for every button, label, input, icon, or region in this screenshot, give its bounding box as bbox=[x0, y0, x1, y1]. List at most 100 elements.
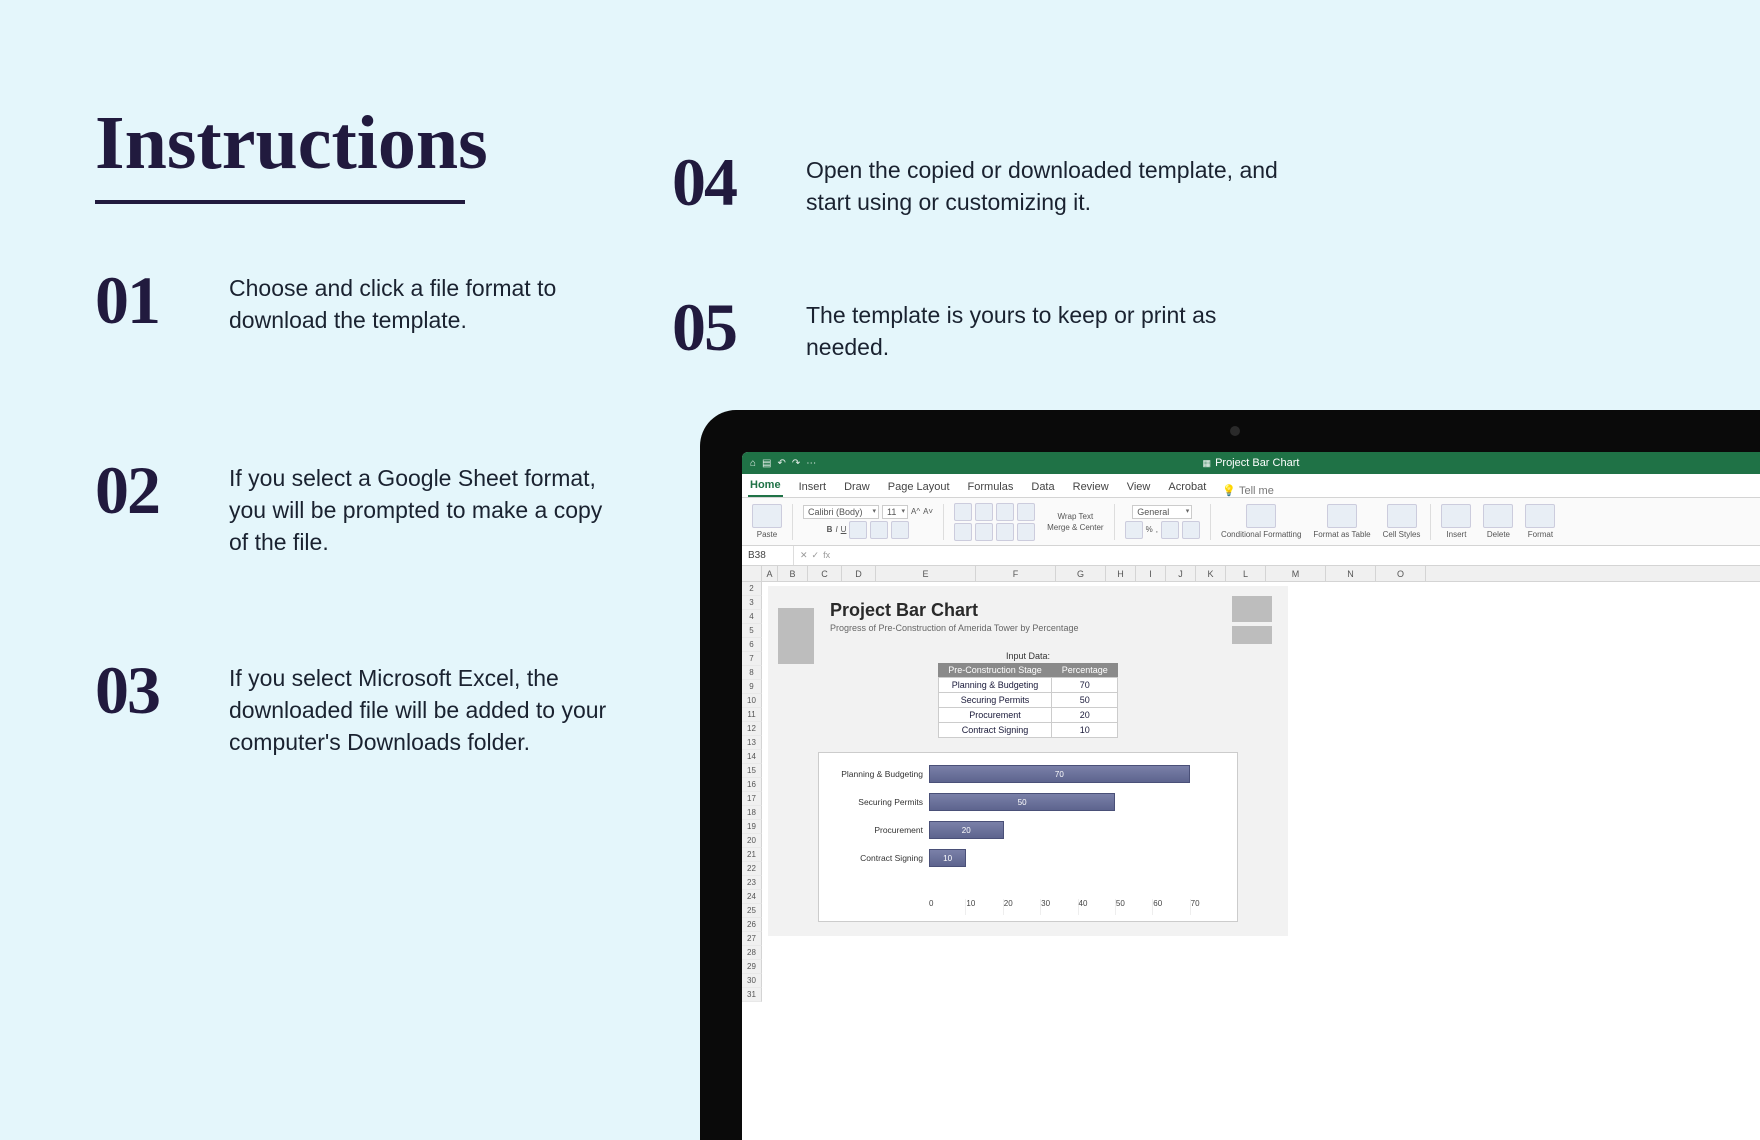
row-header: 20 bbox=[742, 834, 762, 848]
row-header: 19 bbox=[742, 820, 762, 834]
step-text: The template is yours to keep or print a… bbox=[806, 293, 1296, 363]
row-header: 18 bbox=[742, 806, 762, 820]
step-text: Choose and click a file format to downlo… bbox=[229, 266, 609, 336]
title-underline bbox=[95, 200, 465, 204]
step-02: 02 If you select a Google Sheet format, … bbox=[95, 456, 609, 559]
row-header: 9 bbox=[742, 680, 762, 694]
table-header-stage: Pre-Construction Stage bbox=[938, 663, 1052, 678]
x-tick: 0 bbox=[929, 899, 965, 915]
x-axis: 010203040506070 bbox=[929, 899, 1227, 915]
col-header: N bbox=[1326, 566, 1376, 581]
increase-font-icon: A^ bbox=[911, 507, 920, 516]
input-data-table: Pre-Construction StagePercentage Plannin… bbox=[938, 663, 1119, 738]
bar-value: 10 bbox=[943, 854, 952, 863]
col-header: C bbox=[808, 566, 842, 581]
col-header: I bbox=[1136, 566, 1166, 581]
bar-row: Planning & Budgeting70 bbox=[929, 763, 1227, 785]
paste-icon bbox=[752, 504, 782, 528]
x-tick: 70 bbox=[1190, 899, 1227, 915]
table-header-pct: Percentage bbox=[1052, 663, 1118, 678]
laptop-mockup: ⌂ ▤ ↶ ↷ ⋯ Project Bar Chart HomeInsertDr… bbox=[700, 410, 1760, 1140]
delete-cells-icon bbox=[1483, 504, 1513, 528]
bar-value: 70 bbox=[1055, 770, 1064, 779]
align-mid-icon bbox=[975, 503, 993, 521]
table-row: Securing Permits50 bbox=[938, 693, 1118, 708]
table-row: Contract Signing10 bbox=[938, 723, 1118, 738]
decorative-block bbox=[1232, 626, 1272, 644]
cell-value: 70 bbox=[1052, 678, 1118, 693]
row-header: 22 bbox=[742, 862, 762, 876]
bar-row: Securing Permits50 bbox=[929, 791, 1227, 813]
cell-stage: Planning & Budgeting bbox=[938, 678, 1052, 693]
col-header: K bbox=[1196, 566, 1226, 581]
font-size-select: 11 bbox=[882, 505, 908, 519]
cond-format-label: Conditional Formatting bbox=[1221, 530, 1301, 539]
percent-icon: % bbox=[1146, 525, 1153, 534]
fill-color-icon bbox=[870, 521, 888, 539]
step-text: If you select Microsoft Excel, the downl… bbox=[229, 656, 609, 759]
step-number: 02 bbox=[95, 456, 205, 524]
row-header: 5 bbox=[742, 624, 762, 638]
row-header: 14 bbox=[742, 750, 762, 764]
cell-stage: Securing Permits bbox=[938, 693, 1052, 708]
row-header: 16 bbox=[742, 778, 762, 792]
bar-value: 20 bbox=[962, 826, 971, 835]
ribbon-tab-draw: Draw bbox=[842, 477, 872, 497]
bar-chart: Planning & Budgeting70 Securing Permits50… bbox=[818, 752, 1238, 922]
ribbon-tab-acrobat: Acrobat bbox=[1166, 477, 1208, 497]
tell-me: 💡Tell me bbox=[1222, 484, 1274, 497]
col-header: D bbox=[842, 566, 876, 581]
redo-icon: ↷ bbox=[792, 458, 800, 469]
step-05: 05 The template is yours to keep or prin… bbox=[672, 293, 1296, 363]
row-header: 21 bbox=[742, 848, 762, 862]
sheet-body: Project Bar Chart Progress of Pre-Constr… bbox=[762, 582, 1760, 1140]
row-header: 10 bbox=[742, 694, 762, 708]
inc-decimal-icon bbox=[1161, 521, 1179, 539]
cond-format-group: Conditional Formatting bbox=[1217, 504, 1305, 539]
font-group: Calibri (Body) 11 A^ A˅ B I U bbox=[799, 505, 937, 539]
cond-format-icon bbox=[1246, 504, 1276, 528]
border-icon bbox=[849, 521, 867, 539]
table-row: Planning & Budgeting70 bbox=[938, 678, 1118, 693]
insert-cells-label: Insert bbox=[1446, 530, 1466, 539]
cell-styles-icon bbox=[1387, 504, 1417, 528]
comma-icon: , bbox=[1156, 525, 1158, 534]
excel-titlebar: ⌂ ▤ ↶ ↷ ⋯ Project Bar Chart bbox=[742, 452, 1760, 474]
decorative-block bbox=[778, 608, 814, 664]
number-group: General % , bbox=[1121, 505, 1204, 539]
doc-subtitle: Progress of Pre-Construction of Amerida … bbox=[830, 623, 1272, 633]
align-left-icon bbox=[954, 523, 972, 541]
orientation-icon bbox=[1017, 503, 1035, 521]
row-header: 13 bbox=[742, 736, 762, 750]
wrap-text-label: Wrap Text bbox=[1057, 512, 1093, 521]
ribbon-tab-insert: Insert bbox=[797, 477, 829, 497]
more-icon: ⋯ bbox=[806, 458, 816, 469]
font-name-select: Calibri (Body) bbox=[803, 505, 879, 519]
ribbon-tab-bar: HomeInsertDrawPage LayoutFormulasDataRev… bbox=[742, 474, 1760, 498]
paste-group: Paste bbox=[748, 504, 786, 539]
save-icon: ▤ bbox=[762, 458, 771, 469]
cell-value: 10 bbox=[1052, 723, 1118, 738]
align-group bbox=[950, 503, 1039, 541]
row-header: 24 bbox=[742, 890, 762, 904]
step-text: If you select a Google Sheet format, you… bbox=[229, 456, 609, 559]
excel-screenshot: ⌂ ▤ ↶ ↷ ⋯ Project Bar Chart HomeInsertDr… bbox=[742, 452, 1760, 1140]
merge-center-label: Merge & Center bbox=[1047, 523, 1103, 532]
bar-value: 50 bbox=[1018, 798, 1027, 807]
cell-value: 20 bbox=[1052, 708, 1118, 723]
row-header: 27 bbox=[742, 932, 762, 946]
delete-cells-label: Delete bbox=[1487, 530, 1510, 539]
formula-bar: B38 ✕✓fx bbox=[742, 546, 1760, 566]
bar: 70 bbox=[929, 765, 1190, 783]
x-tick: 20 bbox=[1003, 899, 1040, 915]
document-area: Project Bar Chart Progress of Pre-Constr… bbox=[768, 586, 1288, 936]
ribbon-tab-page-layout: Page Layout bbox=[886, 477, 952, 497]
bar-label: Procurement bbox=[823, 825, 923, 835]
col-header: A bbox=[762, 566, 778, 581]
cell-stage: Contract Signing bbox=[938, 723, 1052, 738]
row-headers: 2345678910111213141516171819202122232425… bbox=[742, 582, 762, 1002]
row-header: 3 bbox=[742, 596, 762, 610]
row-header: 12 bbox=[742, 722, 762, 736]
laptop-camera-dot bbox=[1230, 426, 1240, 436]
font-color-icon bbox=[891, 521, 909, 539]
